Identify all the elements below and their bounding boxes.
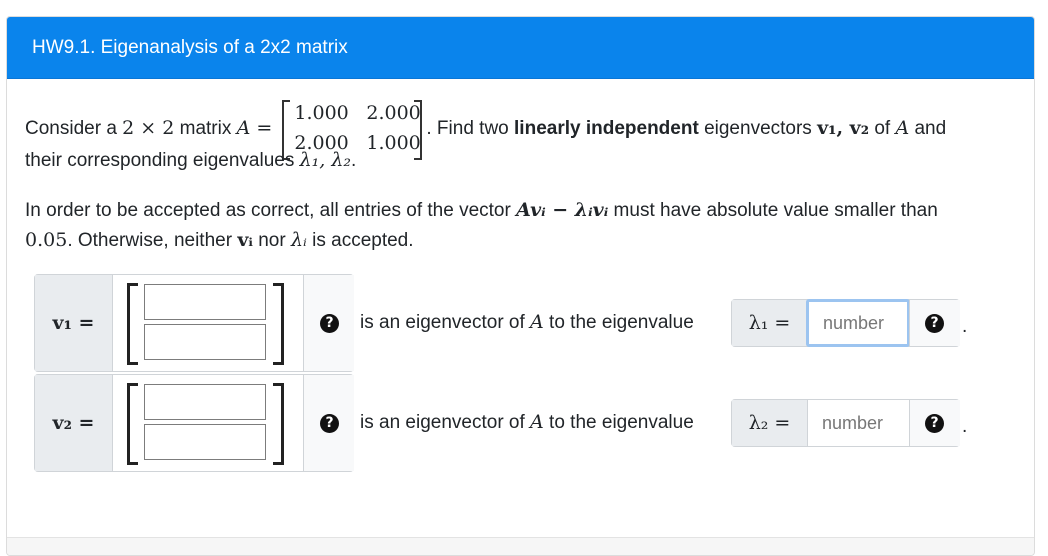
math-vi: vᵢ (237, 229, 253, 251)
text-is-accepted: is accepted. (306, 230, 414, 251)
text-their-corresponding: their corresponding eigenvalues (25, 150, 300, 171)
question-title: HW9.1. Eigenanalysis of a 2x2 matrix (7, 17, 1034, 79)
vector-1-entry-2-input[interactable] (144, 324, 266, 360)
eigen-statement-1: is an eigenvector of A to the eigenvalue (360, 307, 694, 338)
math-equals: = (250, 117, 279, 140)
question-circle-icon: ? (320, 414, 339, 433)
lambda-1-input[interactable] (806, 299, 910, 347)
math-dims: 2 × 2 (122, 117, 175, 140)
text-period: . (351, 150, 357, 171)
vector-1-entry-1-input[interactable] (144, 284, 266, 320)
lambda-1-input-group: λ₁ = ? (731, 299, 960, 347)
problem-line-1: Consider a 2 × 2 matrix A = 1.000 2.000 … (25, 100, 946, 160)
vector-1-help-button[interactable]: ? (303, 275, 354, 371)
matrix-cell: 2.000 (366, 102, 421, 124)
vector-1-input-group: v₁ = ? (34, 274, 354, 372)
eigen-text-pre: is an eigenvector of (360, 312, 531, 333)
text-accept-pre: In order to be accepted as correct, all … (25, 200, 517, 221)
text-matrix-word: matrix (174, 118, 237, 140)
eigen-text-A: A (530, 411, 544, 433)
vector-1-right-bracket (273, 283, 284, 365)
math-lambda-i: λᵢ (290, 229, 307, 251)
trailing-period: . (962, 416, 968, 437)
text-find-two: . Find two (426, 118, 515, 140)
math-lambdas: λ₁, λ₂ (299, 149, 352, 171)
text-otherwise: . Otherwise, neither (67, 230, 238, 251)
math-tolerance: 0.05 (25, 229, 68, 251)
vector-2-left-bracket (127, 383, 138, 465)
text-consider: Consider a (25, 118, 123, 140)
vector-1-matrix (113, 275, 303, 371)
math-matrix-name: A (236, 117, 251, 140)
vector-1-left-bracket (127, 283, 138, 365)
math-residual-expr: Avᵢ − λᵢvᵢ (516, 199, 609, 221)
acceptance-line-1: In order to be accepted as correct, all … (25, 195, 938, 226)
vector-2-right-bracket (273, 383, 284, 465)
eigen-statement-2: is an eigenvector of A to the eigenvalue (360, 407, 694, 438)
lambda-2-help-button[interactable]: ? (909, 400, 960, 446)
question-circle-icon: ? (320, 314, 339, 333)
text-linearly-independent: linearly independent (514, 118, 699, 140)
text-nor: nor (252, 230, 291, 251)
lambda-1-help-button[interactable]: ? (909, 300, 960, 346)
eigen-text-post: to the eigenvalue (543, 412, 694, 433)
lambda-2-input-group: λ₂ = ? (731, 399, 960, 447)
vector-1-label: v₁ = (35, 275, 113, 371)
math-A-ref: A (895, 117, 910, 140)
vector-2-help-button[interactable]: ? (303, 375, 354, 471)
eigen-text-post: to the eigenvalue (543, 312, 694, 333)
lambda-2-label: λ₂ = (732, 400, 808, 446)
vector-2-entry-2-input[interactable] (144, 424, 266, 460)
math-v1-v2: v₁, v₂ (817, 117, 870, 140)
text-accept-post: must have absolute value smaller than (608, 200, 938, 221)
vector-2-input-group: v₂ = ? (34, 374, 354, 472)
acceptance-line-2: 0.05. Otherwise, neither vᵢ nor λᵢ is ac… (25, 225, 414, 256)
question-circle-icon: ? (925, 414, 944, 433)
eigen-text-pre: is an eigenvector of (360, 412, 531, 433)
matrix-right-bracket (414, 100, 423, 160)
trailing-period: . (962, 316, 968, 337)
card-footer-divider (7, 537, 1034, 555)
lambda-1-label: λ₁ = (732, 300, 808, 346)
vector-2-label: v₂ = (35, 375, 113, 471)
vector-2-matrix (113, 375, 303, 471)
matrix-cell: 1.000 (366, 132, 421, 154)
text-of: of (869, 118, 896, 140)
lambda-2-input[interactable] (808, 400, 908, 446)
matrix-cell: 1.000 (294, 102, 349, 124)
eigen-text-A: A (530, 311, 544, 333)
problem-line-2: their corresponding eigenvalues λ₁, λ₂. (25, 145, 356, 176)
text-eigenvectors: eigenvectors (698, 118, 818, 140)
text-and: and (909, 118, 947, 140)
question-circle-icon: ? (925, 314, 944, 333)
vector-2-entry-1-input[interactable] (144, 384, 266, 420)
